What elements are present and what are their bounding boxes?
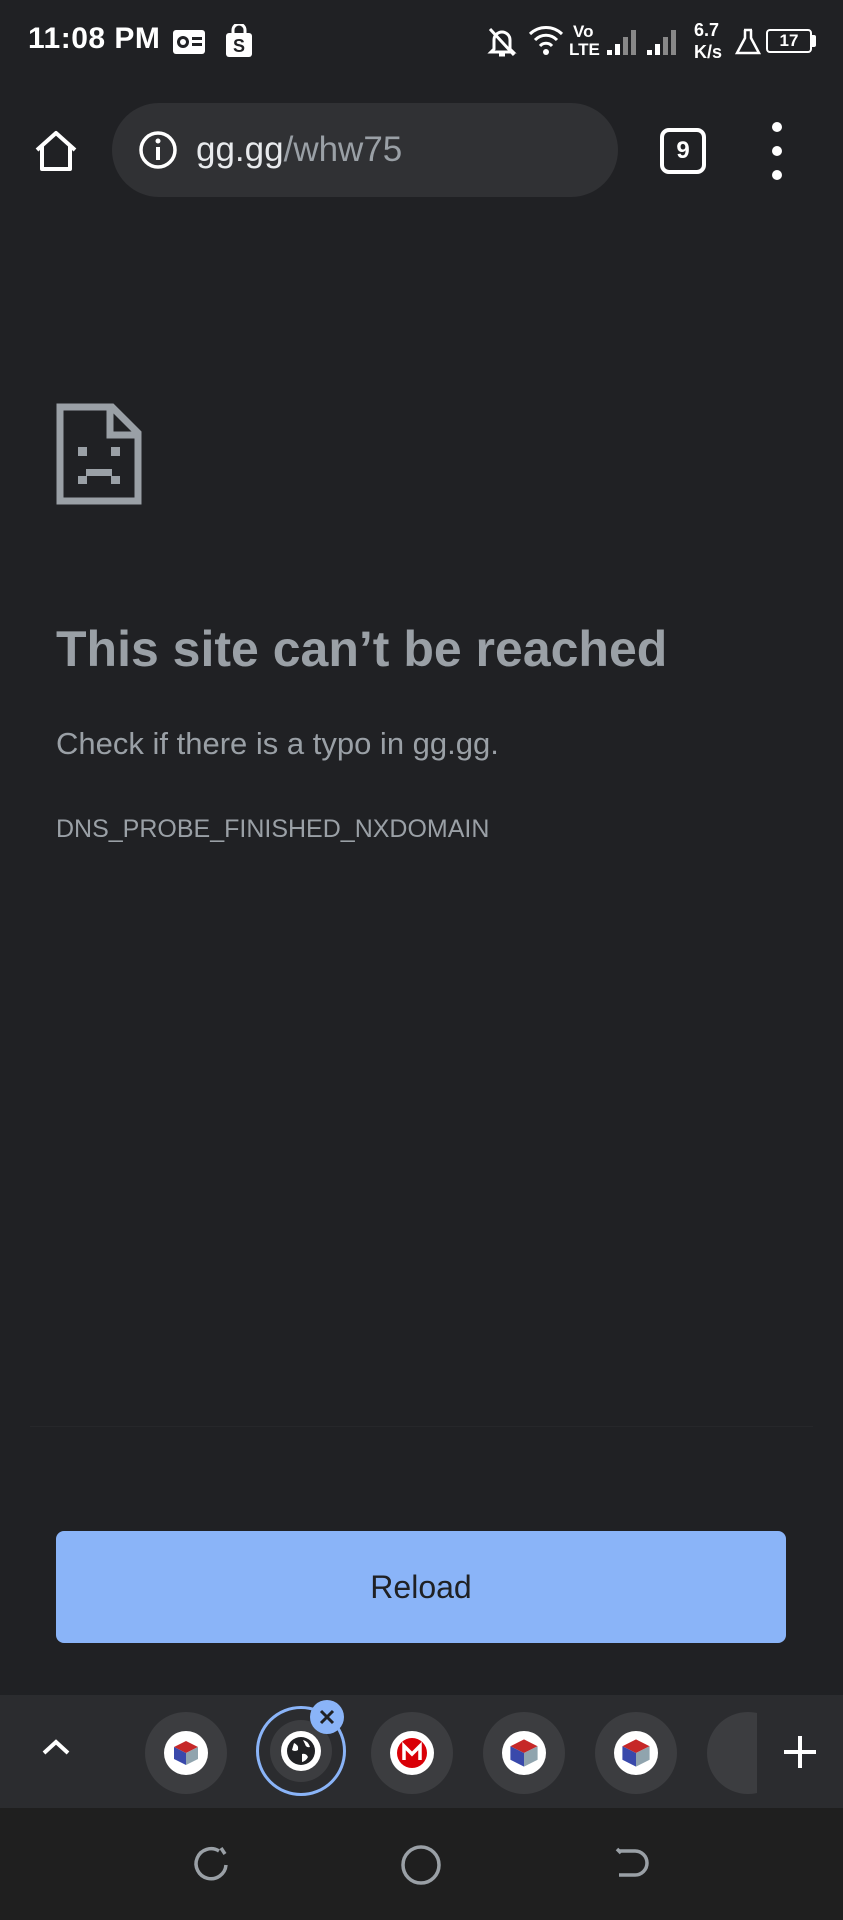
- tab-thumbnail[interactable]: [595, 1712, 677, 1794]
- tab-count: 9: [676, 137, 690, 164]
- menu-dot-icon: [772, 170, 782, 180]
- info-icon[interactable]: [138, 130, 178, 170]
- tab-favicon: [502, 1731, 546, 1775]
- home-icon: [35, 131, 77, 171]
- url-path: /whw75: [283, 130, 403, 169]
- svg-text:S: S: [233, 36, 245, 56]
- expand-tabs-button[interactable]: [30, 1721, 82, 1773]
- tab-switcher-button[interactable]: 9: [660, 128, 706, 174]
- volte-bottom-label: LTE: [569, 40, 600, 59]
- chevron-up-icon: [42, 1739, 70, 1755]
- plus-icon: [784, 1735, 816, 1768]
- wifi-icon: [528, 26, 564, 55]
- home-nav-button[interactable]: [396, 1840, 446, 1890]
- cube-favicon-icon: [174, 1741, 198, 1765]
- muted-bell-icon: [487, 27, 517, 57]
- sad-document-icon: [56, 403, 142, 505]
- status-time: 11:08 PM: [28, 22, 161, 55]
- url-text[interactable]: gg.gg/whw75: [196, 129, 402, 171]
- tab-thumbnail[interactable]: [483, 1712, 565, 1794]
- error-title: This site can’t be reached: [56, 621, 668, 677]
- home-button[interactable]: [26, 121, 86, 181]
- tab-favicon: [614, 1731, 658, 1775]
- cube-favicon-icon: [510, 1739, 538, 1767]
- error-code: DNS_PROBE_FINISHED_NXDOMAIN: [56, 815, 490, 843]
- tab-favicon: [390, 1731, 434, 1775]
- error-description: Check if there is a typo in gg.gg.: [56, 726, 499, 761]
- close-icon: [319, 1709, 335, 1725]
- reload-button[interactable]: Reload: [56, 1531, 786, 1643]
- recents-button[interactable]: [186, 1840, 236, 1890]
- globe-icon: [287, 1737, 315, 1765]
- tab-favicon: [281, 1731, 321, 1771]
- system-navigation-bar: [0, 1808, 843, 1920]
- back-icon: [615, 1847, 649, 1877]
- mega-favicon-icon: [397, 1738, 427, 1768]
- signal-strength-2-icon: [647, 30, 676, 55]
- menu-dot-icon: [772, 122, 782, 132]
- overflow-menu-button[interactable]: [760, 122, 794, 180]
- tab-strip: [0, 1695, 843, 1808]
- divider: [30, 1426, 813, 1427]
- recents-icon: [194, 1847, 228, 1881]
- network-speed-unit: K/s: [694, 42, 723, 62]
- menu-dot-icon: [772, 146, 782, 156]
- address-bar[interactable]: gg.gg/whw75: [112, 103, 618, 197]
- back-button[interactable]: [606, 1840, 656, 1890]
- battery-tip: [812, 35, 816, 47]
- url-host: gg.gg: [196, 130, 284, 169]
- cube-favicon-icon: [622, 1739, 650, 1767]
- tab-favicon: [164, 1731, 208, 1775]
- outlook-notification-icon: [173, 30, 205, 54]
- battery-level: 17: [779, 31, 799, 50]
- battery-indicator: 17: [766, 29, 812, 53]
- volte-top-label: Vo: [573, 22, 594, 41]
- warning-flask-icon: [735, 28, 761, 55]
- status-bar: 11:08 PM S Vo LTE 6.7 K/s 17: [0, 0, 843, 88]
- new-tab-button[interactable]: [757, 1695, 843, 1808]
- close-tab-button[interactable]: [310, 1700, 344, 1734]
- network-speed-value: 6.7: [694, 20, 720, 40]
- browser-toolbar: gg.gg/whw75 9: [0, 88, 843, 213]
- signal-strength-icon: [607, 30, 636, 55]
- shopping-bag-icon: S: [226, 24, 252, 57]
- circle-home-icon: [401, 1845, 441, 1885]
- tab-thumbnail[interactable]: [145, 1712, 227, 1794]
- tab-thumbnail[interactable]: [371, 1712, 453, 1794]
